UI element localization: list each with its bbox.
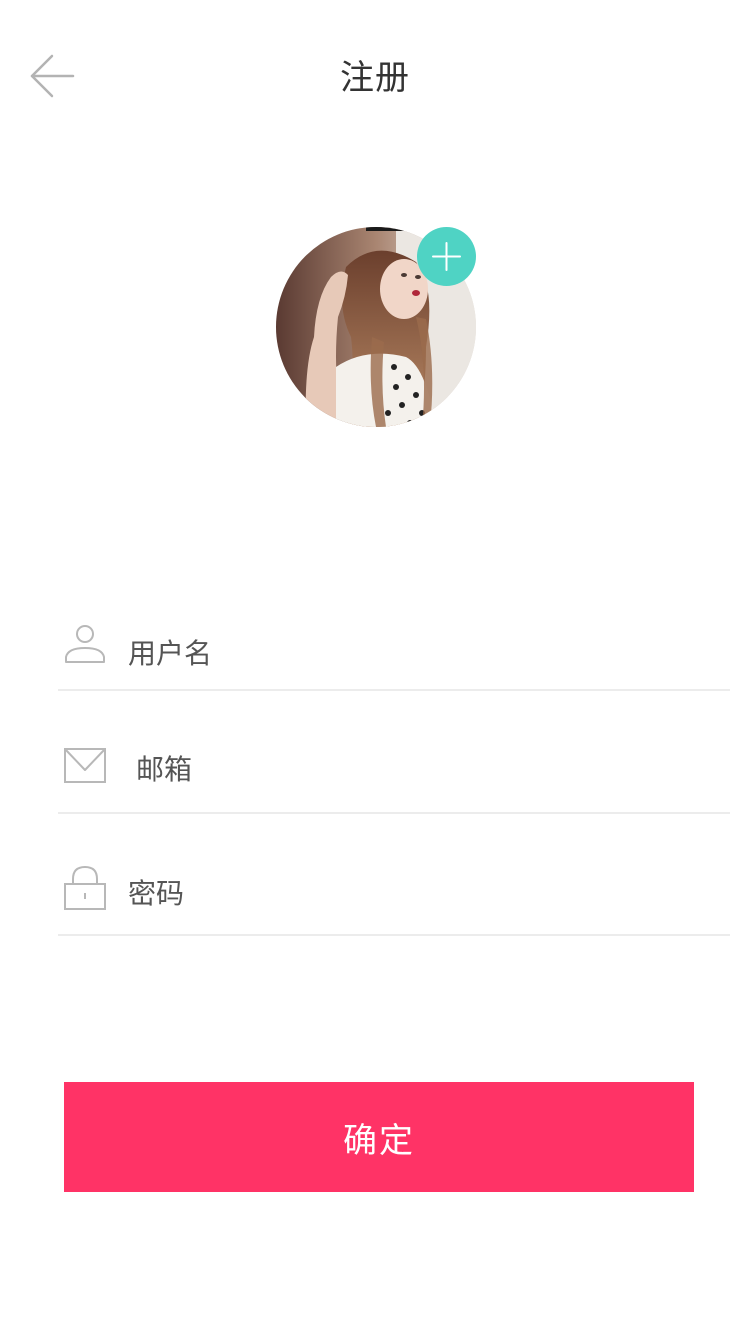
page-title: 注册 xyxy=(340,58,410,98)
confirm-button[interactable]: 确定 xyxy=(64,1082,694,1192)
plus-icon xyxy=(432,242,461,271)
lock-icon xyxy=(64,865,106,911)
password-input[interactable] xyxy=(128,874,730,914)
user-icon xyxy=(64,624,106,666)
mail-icon xyxy=(64,748,106,784)
password-row xyxy=(58,860,730,936)
username-input[interactable] xyxy=(128,634,730,674)
email-row xyxy=(58,730,730,814)
avatar-section xyxy=(276,227,476,427)
add-avatar-button[interactable] xyxy=(417,227,476,286)
username-row xyxy=(58,610,730,691)
header: 注册 xyxy=(0,0,750,154)
email-input[interactable] xyxy=(136,750,730,790)
